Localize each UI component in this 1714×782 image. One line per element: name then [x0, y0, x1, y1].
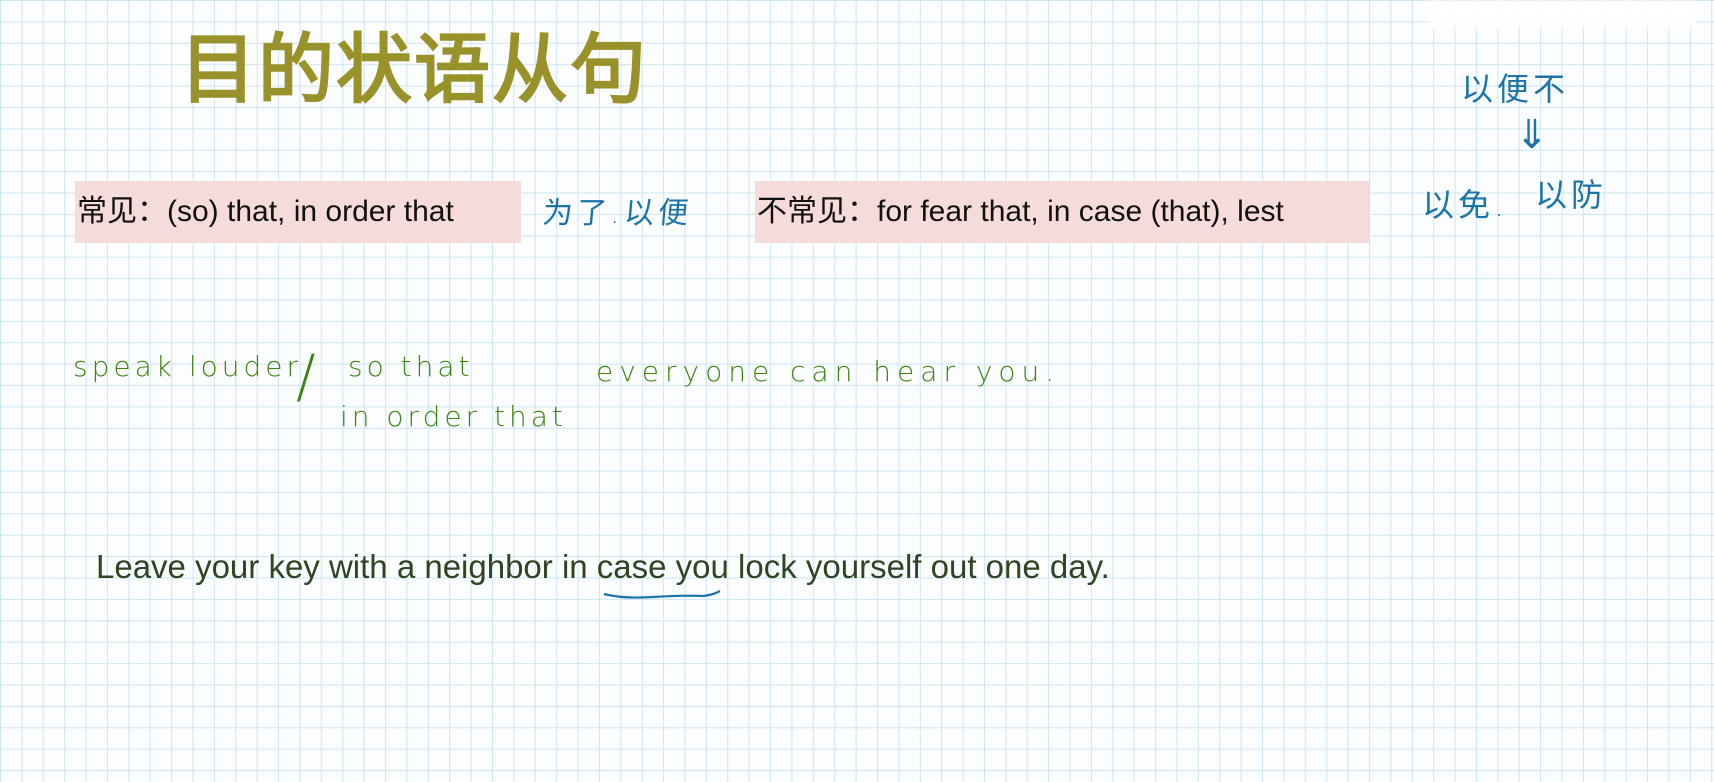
handwritten-example-part1: speak louder [73, 350, 303, 383]
handwritten-note-right: 以防 [1535, 176, 1608, 214]
example-sentence: Leave your key with a neighbor in case y… [96, 548, 1110, 586]
blurred-watermark [1428, 0, 1696, 28]
sentence-highlight: in case [561, 548, 667, 585]
handwritten-example-alt2: in order that [340, 400, 567, 433]
handwritten-note-top: 以便不 [1461, 70, 1570, 108]
handwritten-note-left: 以免. [1422, 186, 1509, 224]
handwritten-underline [603, 590, 721, 599]
sentence-after: you lock yourself out one day. [666, 548, 1110, 585]
page-title: 目的状语从句 [180, 25, 648, 114]
handwritten-example-alt1: so that [348, 350, 474, 383]
uncommon-conjunctions: 不常见：for fear that, in case (that), lest [755, 181, 1369, 243]
double-down-arrow-icon: ⇓ [1515, 112, 1553, 158]
handwritten-slash: / [296, 342, 320, 410]
common-conjunctions: 常见：(so) that, in order that [75, 181, 521, 243]
handwritten-note-common: 为了.以便 [541, 196, 694, 231]
sentence-before: Leave your key with a neighbor [96, 548, 562, 585]
handwritten-example-part2: everyone can hear you. [596, 355, 1061, 388]
